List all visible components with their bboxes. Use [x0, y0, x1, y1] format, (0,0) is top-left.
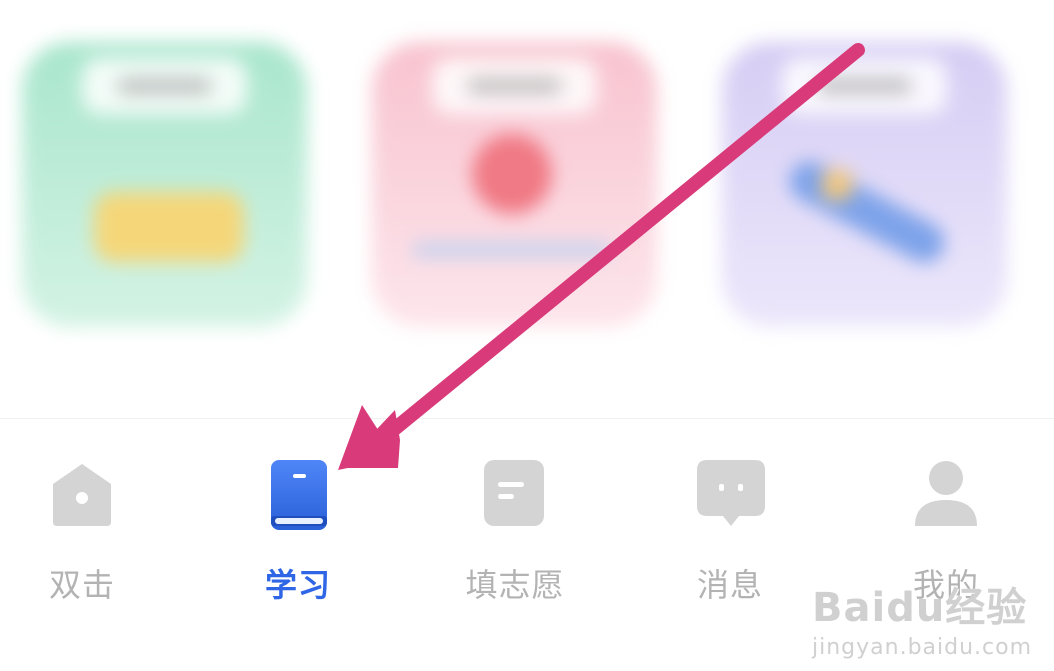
- tab-study[interactable]: 学习: [208, 440, 388, 620]
- profile-icon: [913, 460, 979, 526]
- tab-label: 填志愿: [465, 566, 565, 604]
- card-illustration: [472, 134, 552, 214]
- card-title-pill: [432, 58, 597, 114]
- card-illustration: [412, 242, 612, 258]
- tab-label: 学习: [264, 566, 331, 604]
- card-title-pill: [782, 58, 947, 114]
- tab-label: 消息: [696, 566, 763, 604]
- card-illustration: [94, 192, 244, 262]
- tab-home[interactable]: 双击: [0, 440, 172, 620]
- feature-card-green[interactable]: [22, 42, 307, 327]
- baidu-watermark: Baidu经验 jingyan.baidu.com: [812, 575, 1042, 665]
- watermark-url: jingyan.baidu.com: [812, 635, 1033, 660]
- card-illustration: [822, 170, 852, 200]
- book-icon: [265, 460, 331, 530]
- feature-card-purple[interactable]: [722, 42, 1007, 327]
- tab-label: 双击: [48, 566, 115, 604]
- tabbar-divider: [0, 418, 1054, 419]
- card-illustration: [782, 154, 952, 270]
- feature-cards-area: [0, 0, 1054, 420]
- message-icon: [697, 460, 765, 526]
- tab-messages[interactable]: 消息: [640, 440, 820, 620]
- form-icon: [482, 460, 548, 526]
- watermark-brand: Baidu经验: [812, 585, 1028, 631]
- feature-card-pink[interactable]: [372, 42, 657, 327]
- tab-volunteer-fill[interactable]: 填志愿: [425, 440, 605, 620]
- home-icon: [49, 460, 115, 526]
- card-title-pill: [82, 58, 247, 114]
